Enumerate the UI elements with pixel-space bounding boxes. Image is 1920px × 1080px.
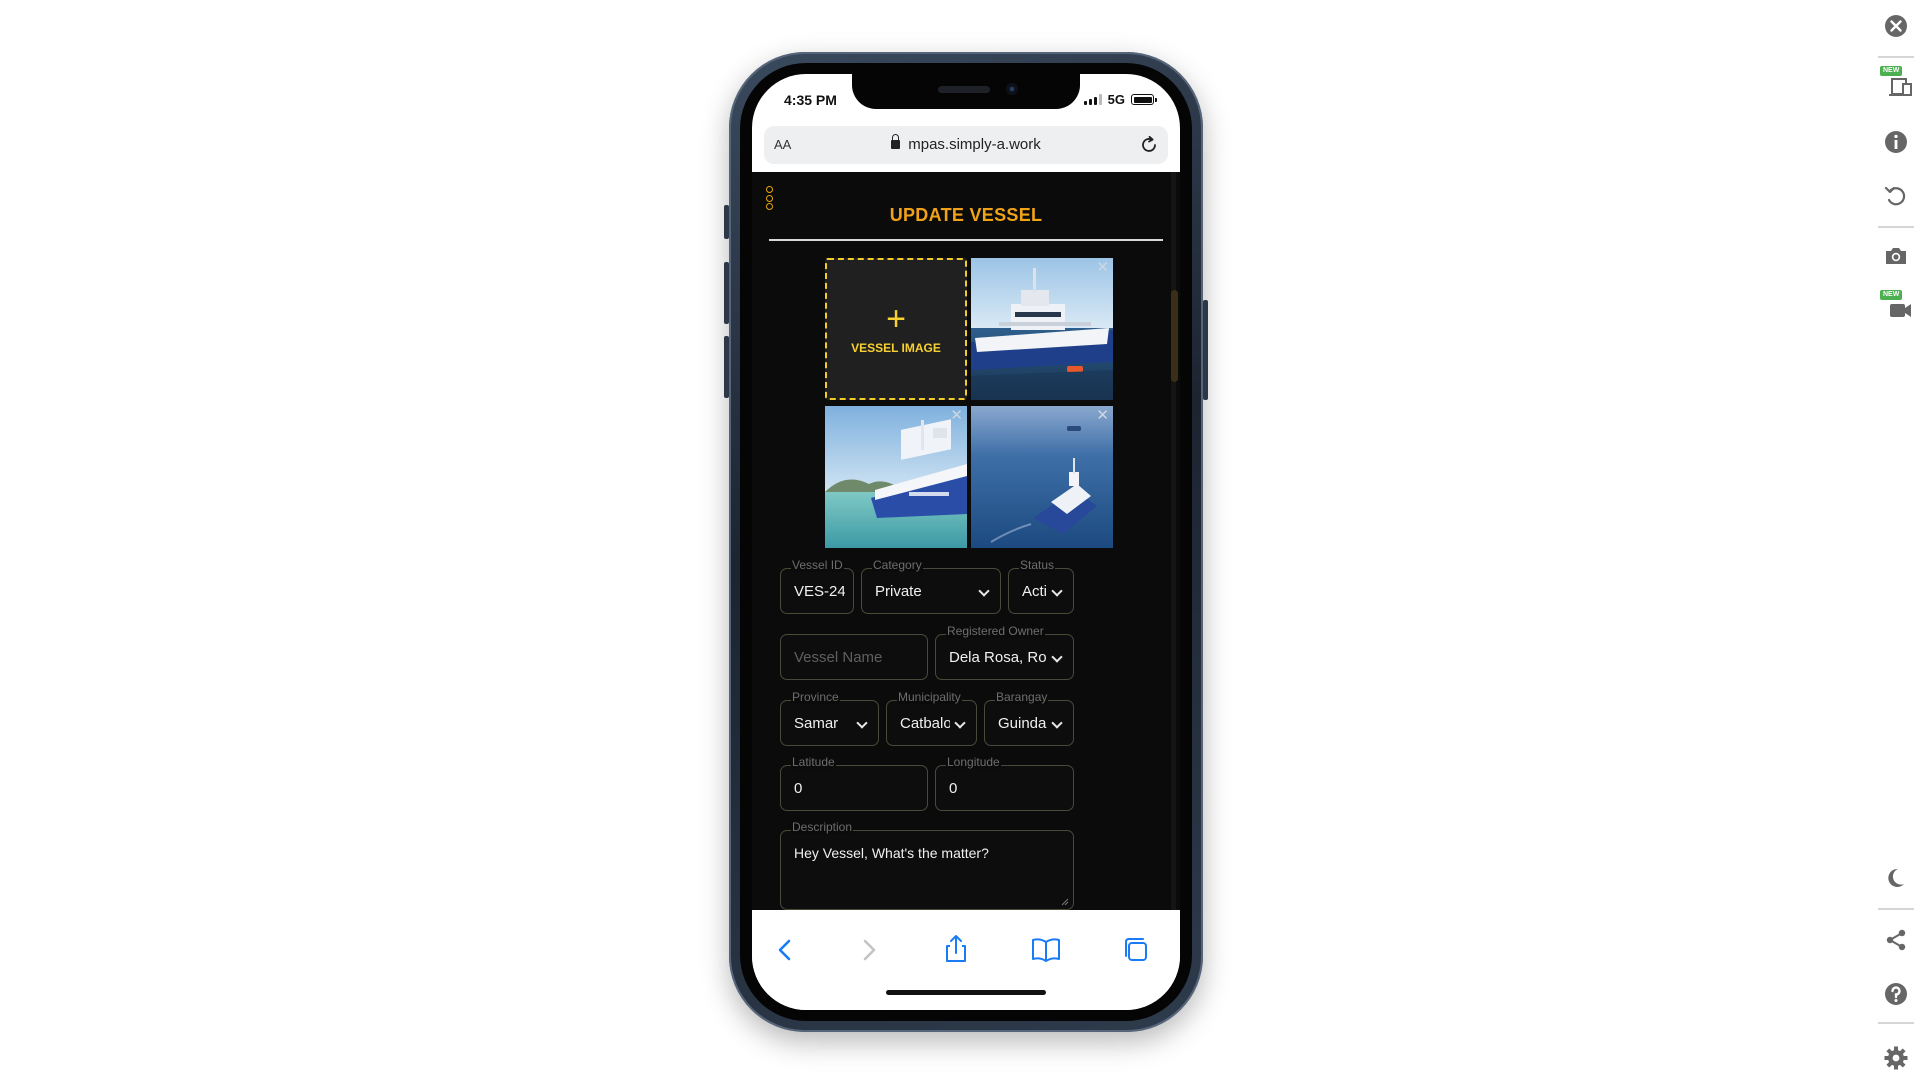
vessel-id-field[interactable]: Vessel ID VES-2407 [780, 558, 854, 614]
vessel-image-thumbnail[interactable]: ✕ [971, 406, 1113, 548]
add-image-label: VESSEL IMAGE [851, 341, 941, 355]
barangay-value: Guindap [998, 715, 1047, 732]
rail-divider [1878, 226, 1914, 228]
url-text: mpas.simply-a.work [908, 136, 1041, 153]
vessel-image-thumbnail[interactable]: ✕ [825, 406, 967, 548]
municipality-label: Municipality [897, 690, 962, 704]
rotate-icon[interactable] [1882, 182, 1910, 210]
chevron-down-icon [1051, 585, 1063, 597]
network-type: 5G [1107, 92, 1125, 107]
remove-image-button[interactable]: ✕ [1096, 260, 1109, 275]
chevron-down-icon [978, 585, 990, 597]
moon-icon[interactable] [1882, 864, 1910, 892]
category-value: Private [875, 583, 922, 600]
chevron-down-icon [1051, 717, 1063, 729]
category-select[interactable]: Category Private [861, 558, 1001, 614]
back-icon[interactable] [766, 930, 806, 970]
speaker-grille [938, 86, 990, 93]
plus-icon: + [886, 300, 906, 338]
status-value: Acti [1022, 583, 1047, 600]
description-label: Description [791, 820, 854, 834]
longitude-input[interactable]: Longitude 0 [935, 755, 1074, 811]
home-indicator[interactable] [886, 990, 1046, 995]
registered-owner-select[interactable]: Registered Owner Dela Rosa, Roniel [935, 624, 1074, 680]
description-textarea[interactable]: Description Hey Vessel, What's the matte… [780, 820, 1074, 910]
page-title: UPDATE VESSEL [889, 205, 1043, 225]
status-indicators: 5G [1083, 92, 1157, 107]
battery-icon [1131, 94, 1157, 105]
municipality-select[interactable]: Municipality Catbalog [886, 690, 977, 746]
remove-image-button[interactable]: ✕ [1096, 408, 1109, 423]
rail-divider [1878, 56, 1914, 58]
phone-screen: 4:35 PM 5G AA mpas.simply-a.work UPDATE … [752, 74, 1180, 1010]
reload-icon[interactable] [1138, 134, 1160, 156]
title-divider [769, 239, 1163, 241]
volume-down-button [724, 336, 729, 398]
status-label: Status [1019, 558, 1056, 572]
latitude-value: 0 [794, 780, 803, 797]
vessel-name-placeholder: Vessel Name [794, 649, 883, 666]
settings-icon[interactable] [1882, 1044, 1910, 1072]
chevron-down-icon [856, 717, 868, 729]
tabs-icon[interactable] [1116, 930, 1156, 970]
longitude-label: Longitude [946, 755, 1001, 769]
help-icon[interactable] [1882, 980, 1910, 1008]
url-display[interactable]: mpas.simply-a.work [764, 134, 1168, 153]
vessel-id-label: Vessel ID [791, 558, 844, 572]
camera-icon[interactable] [1882, 242, 1910, 270]
devices-button[interactable]: NEW [1880, 66, 1912, 96]
address-bar[interactable]: AA mpas.simply-a.work [764, 126, 1168, 164]
scroll-thumb[interactable] [1171, 290, 1178, 382]
add-vessel-image-button[interactable]: + VESSEL IMAGE [825, 258, 967, 400]
bookmarks-icon[interactable] [1026, 930, 1066, 970]
status-select[interactable]: Status Acti [1008, 558, 1074, 614]
barangay-label: Barangay [995, 690, 1049, 704]
resize-grip-icon[interactable] [1061, 898, 1069, 906]
vessel-photo-1 [971, 258, 1113, 400]
registered-owner-label: Registered Owner [946, 624, 1045, 638]
vessel-id-value: VES-2407 [794, 583, 845, 600]
new-badge: NEW [1880, 66, 1903, 76]
vessel-image-thumbnail[interactable]: ✕ [971, 258, 1113, 400]
emulator-toolbar: NEW NEW [1870, 0, 1920, 1080]
vessel-image-gallery: + VESSEL IMAGE ✕ ✕ ✕ [825, 258, 1115, 548]
vessel-photo-2 [825, 406, 967, 548]
rail-divider [1878, 908, 1914, 910]
vessel-photo-3 [971, 406, 1113, 548]
power-button [1203, 300, 1208, 400]
registered-owner-value: Dela Rosa, Roniel [949, 649, 1047, 666]
share-icon[interactable] [1882, 926, 1910, 954]
vessel-name-input[interactable]: Vessel Name [780, 634, 928, 680]
province-label: Province [791, 690, 840, 704]
longitude-value: 0 [949, 780, 958, 797]
mute-switch [724, 205, 729, 239]
lock-icon [891, 134, 901, 149]
municipality-value: Catbalog [900, 715, 950, 732]
share-icon[interactable] [936, 930, 976, 970]
record-video-button[interactable]: NEW [1880, 290, 1911, 320]
remove-image-button[interactable]: ✕ [950, 408, 963, 423]
info-icon[interactable] [1882, 128, 1910, 156]
latitude-label: Latitude [791, 755, 836, 769]
forward-icon[interactable] [848, 930, 888, 970]
rail-divider [1878, 1022, 1914, 1024]
latitude-input[interactable]: Latitude 0 [780, 755, 928, 811]
volume-up-button [724, 262, 729, 324]
barangay-select[interactable]: Barangay Guindap [984, 690, 1074, 746]
front-camera-icon [1006, 83, 1018, 95]
status-time: 4:35 PM [784, 92, 837, 108]
scroll-track[interactable] [1171, 172, 1176, 910]
signal-icon [1083, 94, 1102, 105]
description-value: Hey Vessel, What's the matter? [794, 845, 989, 861]
province-select[interactable]: Province Samar [780, 690, 879, 746]
chevron-down-icon [1051, 651, 1063, 663]
chevron-down-icon [954, 717, 966, 729]
browser-toolbar [752, 910, 1180, 1010]
category-label: Category [872, 558, 923, 572]
new-badge: NEW [1880, 290, 1903, 300]
close-icon[interactable] [1882, 12, 1910, 40]
province-value: Samar [794, 715, 839, 732]
web-app: UPDATE VESSEL + VESSEL IMAGE ✕ ✕ ✕ Vesse… [752, 172, 1180, 910]
notch [852, 74, 1080, 109]
